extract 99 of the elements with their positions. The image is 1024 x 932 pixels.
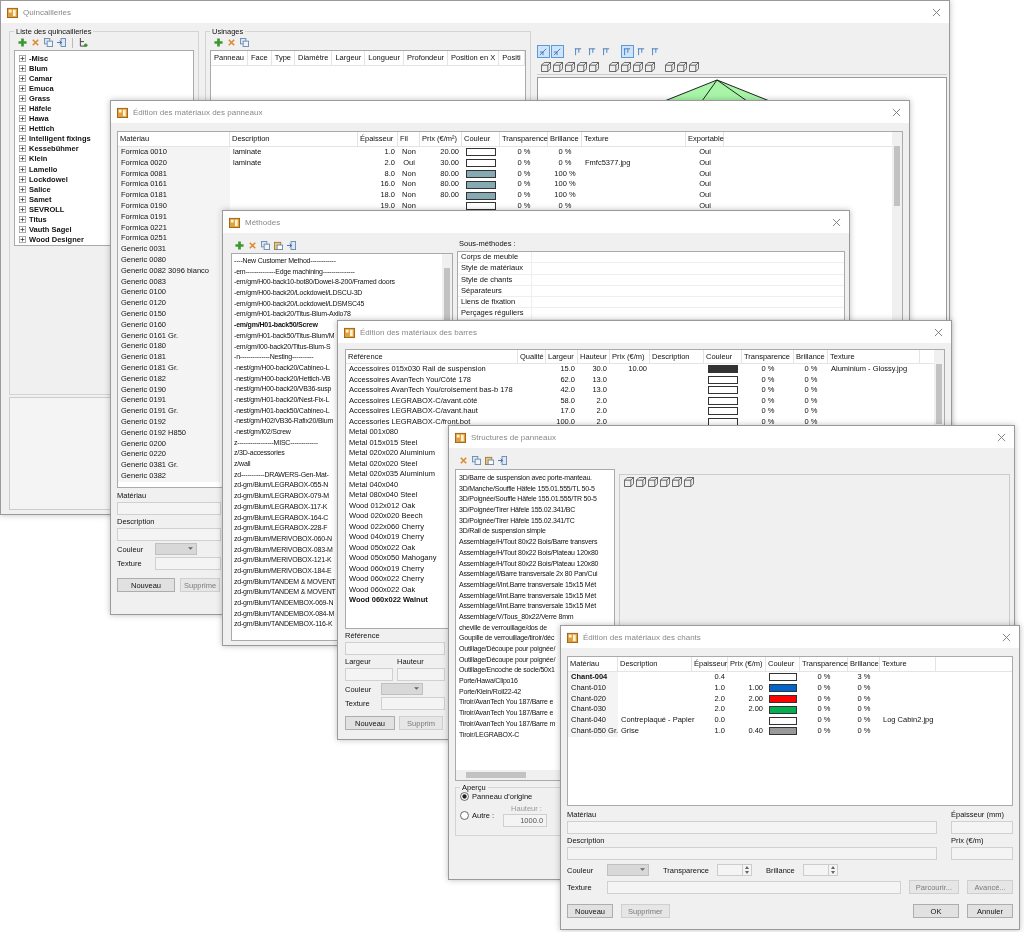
expand-icon[interactable] xyxy=(19,74,26,82)
cube-icon[interactable] xyxy=(624,477,634,487)
expand-icon[interactable] xyxy=(19,226,26,234)
radio-button[interactable] xyxy=(460,811,469,820)
paste-icon[interactable] xyxy=(485,456,494,465)
expand-icon[interactable] xyxy=(19,195,26,203)
cube-icon[interactable] xyxy=(620,62,631,72)
cube-icon[interactable] xyxy=(688,62,699,72)
expand-icon[interactable] xyxy=(19,54,26,62)
expand-icon[interactable] xyxy=(19,125,26,133)
expand-icon[interactable] xyxy=(19,145,26,153)
input-field[interactable] xyxy=(155,557,221,570)
app-icon xyxy=(117,106,128,118)
input-field[interactable] xyxy=(117,502,221,515)
expand-icon[interactable] xyxy=(19,135,26,143)
delete-icon[interactable] xyxy=(227,38,236,47)
expand-icon[interactable] xyxy=(19,175,26,183)
cube-icon[interactable] xyxy=(588,62,599,72)
window-title: Édition des matériaux des barres xyxy=(360,327,477,337)
expand-icon[interactable] xyxy=(19,216,26,224)
spinner-arrows-icon[interactable] xyxy=(742,865,751,875)
paste-icon[interactable] xyxy=(274,241,283,250)
close-icon[interactable] xyxy=(932,7,941,17)
input-field[interactable] xyxy=(345,642,445,655)
cube-icon[interactable] xyxy=(648,477,658,487)
cube-icon[interactable] xyxy=(672,477,682,487)
spinner-arrows-icon[interactable] xyxy=(827,865,837,875)
cube-icon[interactable] xyxy=(576,62,587,72)
hierarchy-icon[interactable] xyxy=(79,38,88,47)
caret-icon[interactable] xyxy=(640,868,645,872)
view-toggle[interactable] xyxy=(620,45,634,58)
input-field[interactable] xyxy=(345,668,393,681)
copy-icon[interactable] xyxy=(261,241,270,250)
close-icon[interactable] xyxy=(1002,632,1011,642)
app-icon xyxy=(229,216,240,228)
cube-icon[interactable] xyxy=(608,62,619,72)
expand-icon[interactable] xyxy=(19,84,26,92)
cube-icon[interactable] xyxy=(664,62,675,72)
app-icon xyxy=(7,6,18,18)
caret-icon[interactable] xyxy=(188,547,193,551)
color-dropdown[interactable] xyxy=(607,864,649,876)
cube-icon[interactable] xyxy=(636,477,646,487)
cube-icon[interactable] xyxy=(676,62,687,72)
add-icon[interactable] xyxy=(214,38,223,47)
input-field[interactable] xyxy=(397,668,445,681)
input-field[interactable] xyxy=(951,847,1013,860)
cube-icon[interactable] xyxy=(644,62,655,72)
add-icon[interactable] xyxy=(235,241,244,250)
window-title: Structures de panneaux xyxy=(471,432,556,442)
input-field[interactable] xyxy=(951,821,1013,834)
copy-icon[interactable] xyxy=(44,38,53,47)
cube-icon[interactable] xyxy=(632,62,643,72)
delete-icon[interactable] xyxy=(248,241,257,250)
export-icon[interactable] xyxy=(498,456,507,465)
input-field[interactable] xyxy=(607,880,901,894)
window-title: Quincailleries xyxy=(23,7,72,17)
input-field[interactable] xyxy=(117,528,221,541)
expand-icon[interactable] xyxy=(19,115,26,123)
view-toggle[interactable] xyxy=(536,45,550,58)
expand-icon[interactable] xyxy=(19,155,26,163)
cube-icon[interactable] xyxy=(552,62,563,72)
add-icon[interactable] xyxy=(18,38,27,47)
copy-icon[interactable] xyxy=(472,456,481,465)
app-icon xyxy=(455,431,466,443)
input-field[interactable] xyxy=(381,697,445,710)
app-icon xyxy=(344,326,355,338)
radio-button[interactable] xyxy=(460,792,469,801)
color-dropdown[interactable] xyxy=(381,683,423,695)
close-icon[interactable] xyxy=(934,327,943,337)
window-title: Édition des matériaux des chants xyxy=(583,632,701,642)
window-title: Édition des matériaux des panneaux xyxy=(133,107,263,117)
cube-icon[interactable] xyxy=(564,62,575,72)
input-field[interactable] xyxy=(567,847,937,860)
expand-icon[interactable] xyxy=(19,94,26,102)
expand-icon[interactable] xyxy=(19,105,26,112)
close-icon[interactable] xyxy=(892,107,901,117)
expand-icon[interactable] xyxy=(19,64,26,72)
cube-icon[interactable] xyxy=(684,477,694,487)
cube-icon[interactable] xyxy=(540,62,551,72)
delete-icon[interactable] xyxy=(459,456,468,465)
spinner-field[interactable] xyxy=(802,864,838,876)
view-toggle[interactable] xyxy=(550,45,564,58)
expand-icon[interactable] xyxy=(19,185,26,193)
color-dropdown[interactable] xyxy=(155,543,197,555)
caret-icon[interactable] xyxy=(414,687,419,691)
spinner-field[interactable] xyxy=(717,864,752,876)
export-icon[interactable] xyxy=(287,241,296,250)
expand-icon[interactable] xyxy=(19,205,26,213)
close-icon[interactable] xyxy=(832,217,841,227)
close-icon[interactable] xyxy=(997,432,1006,442)
input-field[interactable] xyxy=(567,821,937,834)
app-icon xyxy=(567,631,578,643)
export-icon[interactable] xyxy=(57,38,66,47)
cube-icon[interactable] xyxy=(660,477,670,487)
expand-icon[interactable] xyxy=(19,165,26,173)
delete-icon[interactable] xyxy=(31,38,40,47)
copy-icon[interactable] xyxy=(240,38,249,47)
window-title: Méthodes xyxy=(245,217,281,227)
expand-icon[interactable] xyxy=(19,236,26,244)
